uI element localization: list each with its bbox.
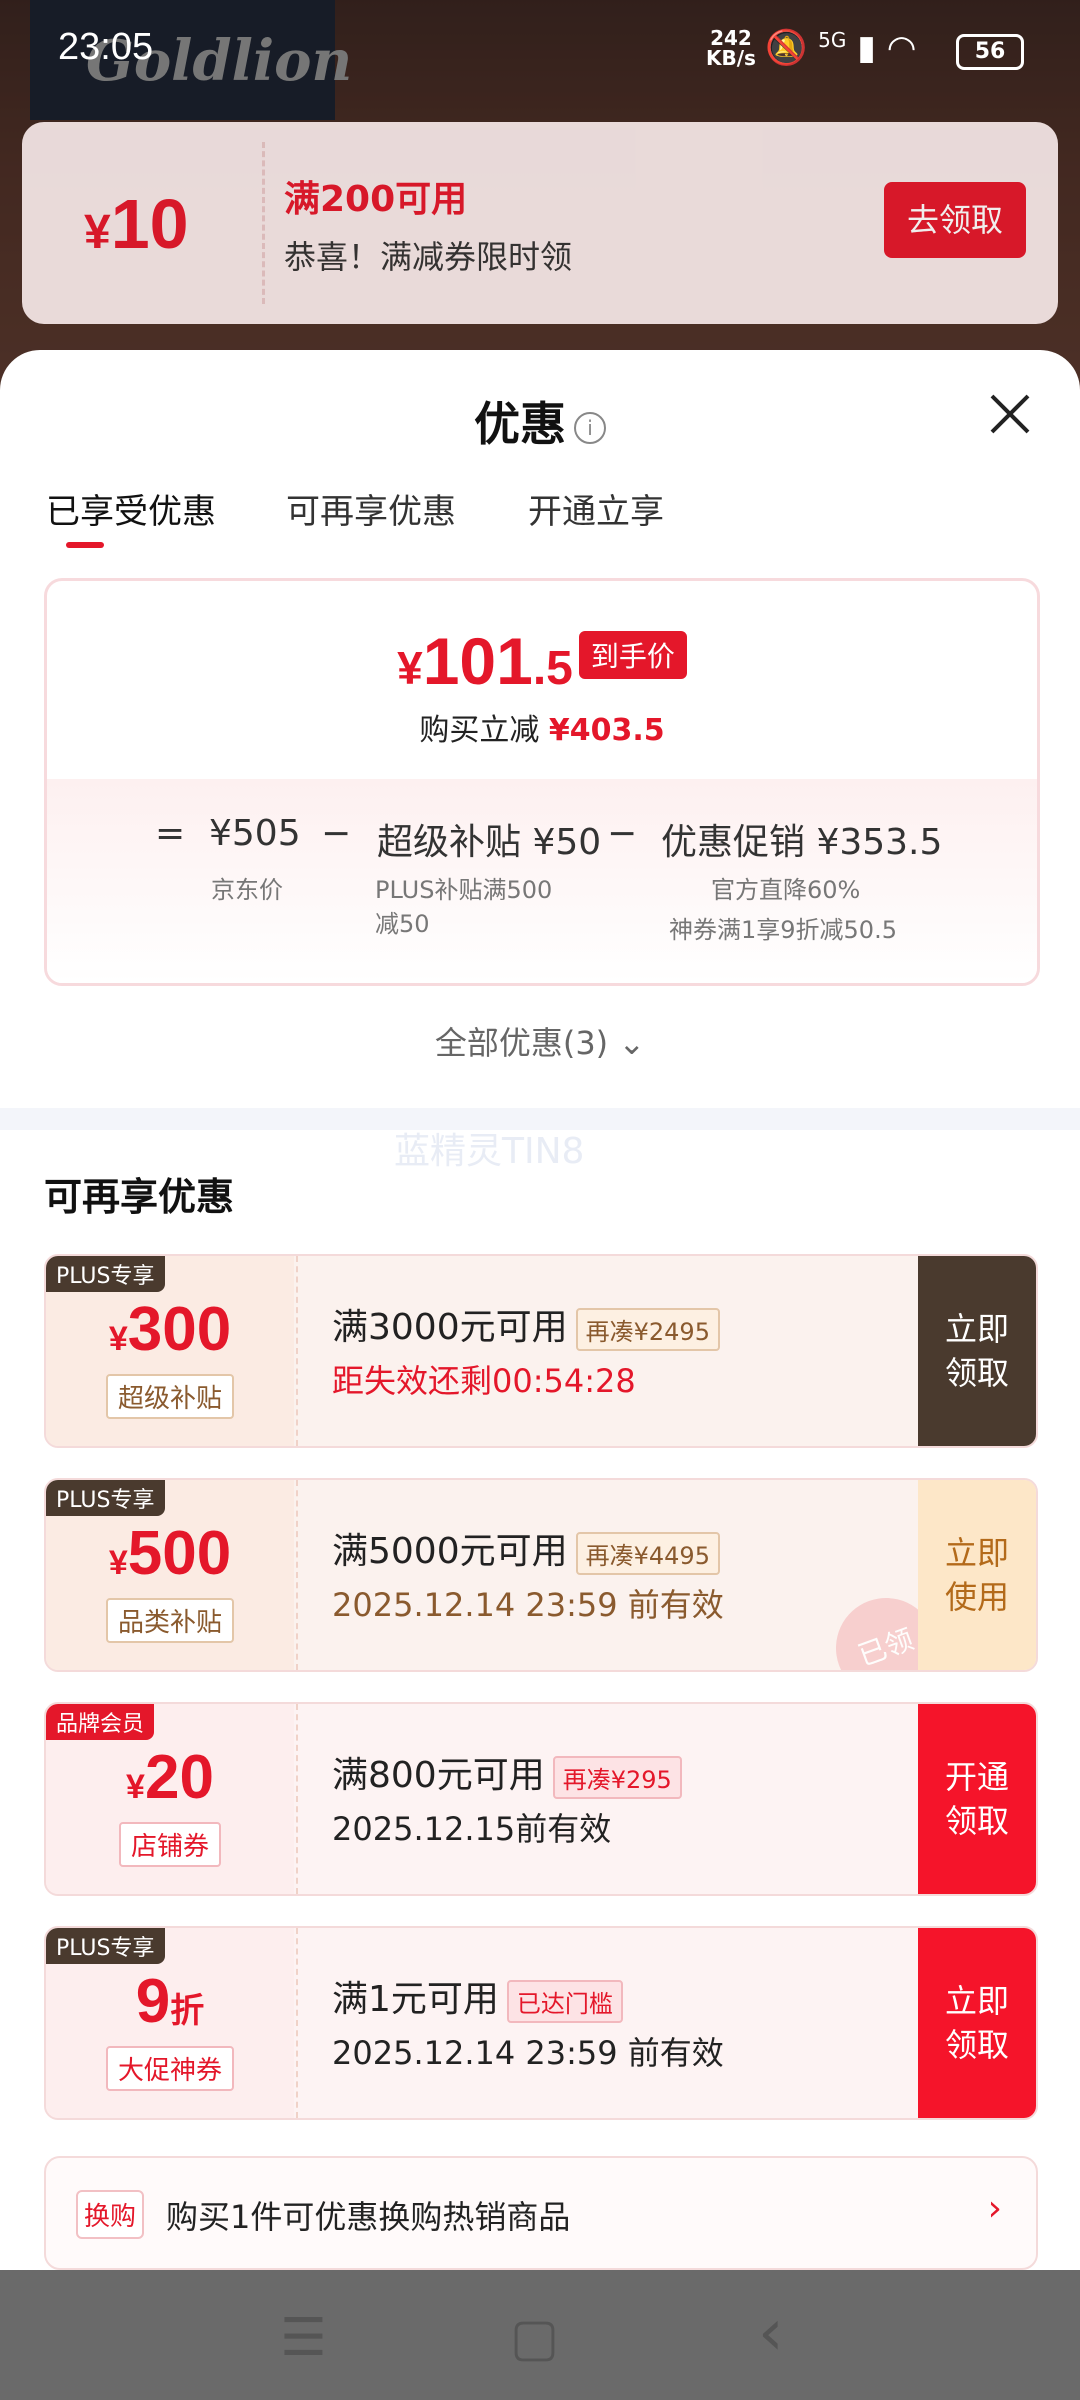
tab-activate[interactable]: 开通立享 [528, 484, 664, 533]
toast-claim-button[interactable]: 去领取 [884, 182, 1026, 258]
back-icon[interactable]: ‹ [758, 2296, 784, 2370]
watermark: 蓝精灵TIN8 [394, 1131, 585, 1172]
coupon-amount: ¥20 [126, 1743, 214, 1812]
coupon-expiry: 2025.12.15前有效 [332, 1810, 612, 1848]
coupon-kind: 店铺券 [46, 1822, 294, 1867]
close-icon[interactable] [986, 390, 1034, 438]
coupon-countdown: 距失效还剩00:54:28 [332, 1362, 636, 1400]
coupon-chip: 再凑¥2495 [575, 1307, 720, 1351]
coupon-card: PLUS专享 9折 大促神券 满1元可用 已达门槛 2025.12.14 23:5… [44, 1926, 1038, 2120]
coupon-condition: 满800元可用 再凑¥295 [332, 1746, 682, 1799]
jd-price: ¥505 [209, 813, 301, 854]
formula-minus-1: − [321, 813, 352, 854]
coupon-activate-button[interactable]: 开通 领取 [918, 1704, 1036, 1894]
toast-amount: ¥10 [84, 185, 189, 263]
discount-sheet: 优惠 i 已享受优惠 可再享优惠 开通立享 ¥101.5 到手价 购买立减 ¥403… [0, 350, 1080, 2270]
status-bar: 23:05 242 KB/s 🔕 5G ▮ ◠ 56 [0, 0, 1080, 100]
coupon-badge: 品牌会员 [46, 1704, 155, 1740]
all-offers-toggle[interactable]: 全部优惠(3) ⌄ [0, 1018, 1080, 1064]
final-price-tag: 到手价 [578, 631, 687, 679]
swap-tag: 换购 [76, 2190, 145, 2239]
coupon-toast[interactable]: ¥10 满200可用 恭喜！满减券限时领 去领取 [22, 122, 1058, 324]
home-icon[interactable]: ▢ [510, 2308, 559, 2368]
formula-eq: = [155, 813, 186, 854]
toast-condition: 满200可用 [284, 179, 468, 220]
instant-discount: 购买立减 ¥403.5 [47, 705, 1037, 749]
plus-subsidy-label-1: PLUS补贴满500 [375, 876, 553, 904]
coupon-card: 品牌会员 ¥20 店铺券 满800元可用 再凑¥295 2025.12.15前有效… [44, 1702, 1038, 1896]
coupon-badge: PLUS专享 [46, 1256, 165, 1292]
jd-price-label: 京东价 [211, 876, 283, 904]
rate-unit: KB/s [706, 46, 756, 70]
coupon-amount: ¥500 [108, 1519, 232, 1588]
mute-icon: 🔕 [765, 28, 808, 68]
coupon-badge: PLUS专享 [46, 1928, 165, 1964]
rate-value: 242 [710, 26, 752, 50]
toast-divider [262, 142, 265, 304]
super-subsidy: 超级补贴 ¥50 [377, 822, 602, 863]
tab-more[interactable]: 可再享优惠 [286, 484, 456, 533]
tab-active-indicator [66, 542, 104, 548]
coupon-kind: 超级补贴 [46, 1374, 294, 1419]
price-card: ¥101.5 到手价 购买立减 ¥403.5 = ¥505 − 超级补贴 ¥50 … [44, 578, 1040, 986]
coupon-expiry: 2025.12.14 23:59 前有效 [332, 1586, 724, 1624]
network-type: 5G [818, 28, 847, 52]
coupon-claim-button[interactable]: 立即 领取 [918, 1256, 1036, 1446]
more-offers-title: 可再享优惠 [44, 1175, 235, 1219]
coupon-separator [296, 1704, 298, 1894]
chevron-right-icon: › [987, 2188, 1002, 2229]
promo-label-1: 官方直降60% [711, 876, 861, 904]
promo-discount: 优惠促销 ¥353.5 [661, 822, 943, 863]
clock: 23:05 [58, 26, 154, 68]
swap-offer-row[interactable]: 换购 购买1件可优惠换购热销商品 › [44, 2156, 1038, 2270]
promo-label-2: 神券满1享9折减50.5 [669, 916, 897, 944]
wifi-icon: ◠ [886, 28, 917, 68]
coupon-use-button[interactable]: 立即 使用 [918, 1480, 1036, 1670]
plus-subsidy-label-2: 减50 [375, 910, 430, 938]
coupon-chip: 再凑¥4495 [575, 1531, 720, 1575]
swap-text: 购买1件可优惠换购热销商品 [166, 2198, 571, 2236]
sheet-title-text: 优惠 [474, 397, 566, 451]
sheet-title: 优惠 i [0, 388, 1080, 454]
chevron-down-icon: ⌄ [618, 1024, 646, 1062]
signal-icons: 🔕 5G ▮ ◠ [765, 28, 916, 68]
coupon-chip: 再凑¥295 [552, 1755, 682, 1799]
coupon-expiry: 2025.12.14 23:59 前有效 [332, 2034, 724, 2072]
coupon-card: PLUS专享 ¥500 品类补贴 满5000元可用 再凑¥4495 2025.12… [44, 1478, 1038, 1672]
coupon-claim-button[interactable]: 立即 领取 [918, 1928, 1036, 2118]
battery-icon: 56 [956, 34, 1024, 70]
coupon-chip: 已达门槛 [506, 1979, 623, 2023]
coupon-condition: 满3000元可用 再凑¥2495 [332, 1298, 720, 1351]
info-icon[interactable]: i [574, 411, 606, 444]
instant-discount-value: ¥403.5 [548, 713, 665, 748]
coupon-kind: 品类补贴 [46, 1598, 294, 1643]
coupon-badge: PLUS专享 [46, 1480, 165, 1516]
final-price: ¥101.5 到手价 [47, 623, 1037, 699]
coupon-amount: 9折 [135, 1967, 205, 2036]
network-rate: 242 KB/s [706, 28, 756, 68]
coupon-kind: 大促神券 [46, 2046, 294, 2091]
coupon-card: PLUS专享 ¥300 超级补贴 满3000元可用 再凑¥2495 距失效还剩00… [44, 1254, 1038, 1448]
system-nav-bar: ☰ ▢ ‹ [0, 2270, 1080, 2400]
signal-icon: ▮ [857, 28, 876, 68]
coupon-amount: ¥300 [108, 1295, 232, 1364]
toast-desc: 恭喜！满减券限时领 [284, 238, 573, 276]
coupon-condition: 满5000元可用 再凑¥4495 [332, 1522, 720, 1575]
coupon-condition: 满1元可用 已达门槛 [332, 1970, 623, 2023]
coupon-separator [296, 1256, 298, 1446]
all-offers-label: 全部优惠(3) [434, 1024, 609, 1062]
formula-minus-2: − [607, 813, 638, 854]
tab-enjoyed[interactable]: 已享受优惠 [46, 484, 216, 533]
final-price-value: ¥101.5 [397, 624, 573, 698]
instant-discount-label: 购买立减 [419, 713, 540, 748]
coupon-separator [296, 1480, 298, 1670]
coupon-separator [296, 1928, 298, 2118]
menu-icon[interactable]: ☰ [280, 2308, 327, 2368]
